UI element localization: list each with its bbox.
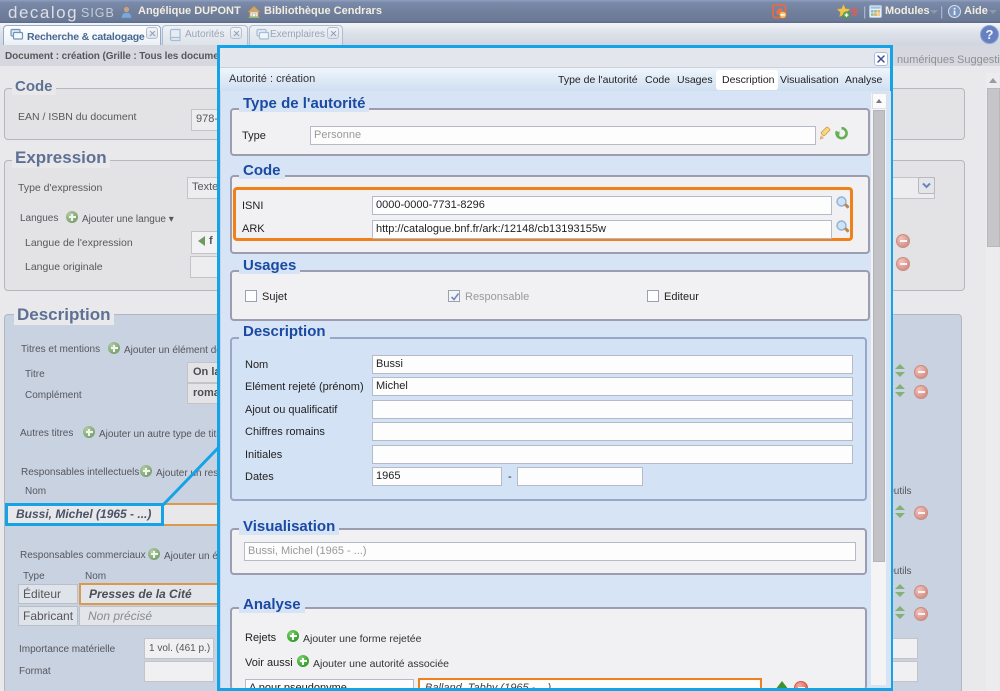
svg-text:?: ? bbox=[986, 27, 994, 42]
